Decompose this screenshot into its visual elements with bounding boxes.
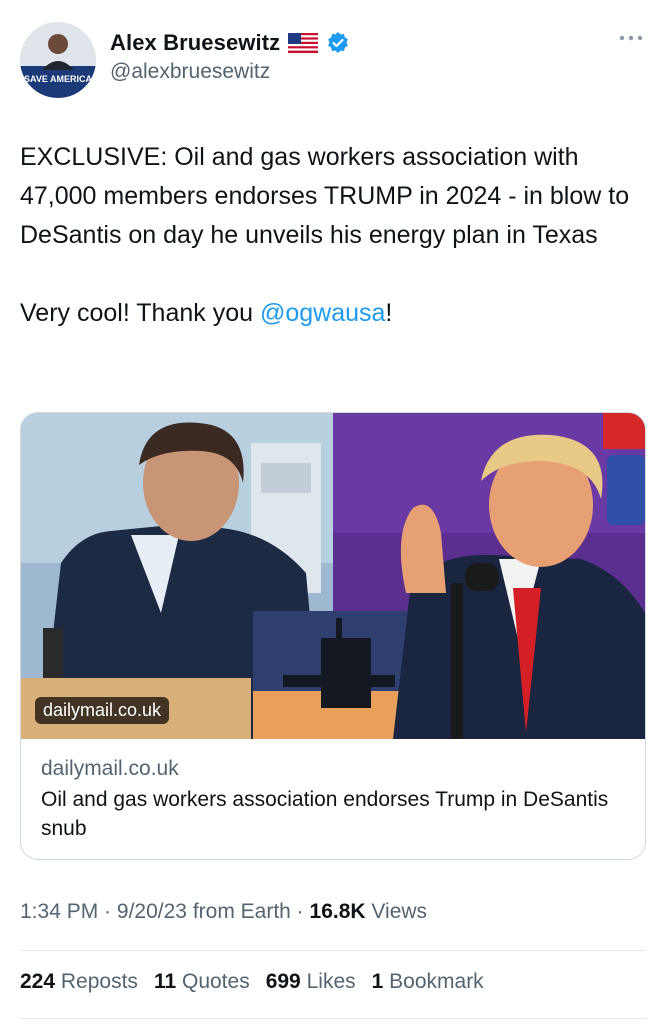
link-card[interactable]: dailymail.co.uk dailymail.co.uk Oil and … (20, 412, 646, 860)
card-meta: dailymail.co.uk Oil and gas workers asso… (41, 757, 631, 843)
likes-label: Likes (306, 970, 356, 993)
bookmarks-count: 1 (371, 970, 384, 993)
tweet-text: EXCLUSIVE: Oil and gas workers associati… (20, 138, 646, 333)
card-image[interactable]: dailymail.co.uk (21, 413, 645, 739)
us-flag-icon (288, 33, 319, 53)
card-domain: dailymail.co.uk (41, 757, 179, 780)
avatar[interactable]: SAVE AMERICA (20, 22, 96, 98)
verified-badge-icon (328, 32, 349, 53)
quotes-stat[interactable]: 11 Quotes (154, 970, 250, 994)
likes-count: 699 (265, 970, 301, 993)
reposts-count: 224 (20, 970, 56, 993)
engagement-stats: 224 Reposts 11 Quotes 699 Likes 1 Bookma… (20, 970, 484, 994)
reposts-stat[interactable]: 224 Reposts (20, 970, 138, 994)
tweet-body: EXCLUSIVE: Oil and gas workers associati… (20, 143, 637, 249)
divider-bottom (20, 1018, 646, 1019)
bookmarks-stat[interactable]: 1 Bookmark (372, 970, 484, 994)
card-title[interactable]: Oil and gas workers association endorses… (41, 785, 631, 843)
author-name[interactable]: Alex Bruesewitz (110, 30, 280, 56)
tweet-source: from Earth (192, 900, 291, 923)
image-source-badge: dailymail.co.uk (35, 697, 170, 724)
more-options-icon[interactable] (616, 26, 646, 50)
author-handle[interactable]: @alexbruesewitz (110, 60, 350, 84)
author-block: Alex Bruesewitz @alexbruesewitz (110, 28, 350, 84)
bookmarks-label: Bookmark (389, 970, 484, 993)
quotes-label: Quotes (181, 970, 250, 993)
views-count: 16.8K (309, 900, 366, 923)
quotes-count: 11 (153, 970, 177, 993)
tweet-date[interactable]: 9/20/23 (117, 900, 187, 923)
tweet-time[interactable]: 1:34 PM (20, 900, 98, 923)
mention-link[interactable]: @ogwausa (260, 299, 385, 327)
tweet-thanks-suffix: ! (385, 299, 393, 327)
divider (20, 950, 646, 951)
avatar-text: SAVE AMERICA (24, 74, 93, 84)
tweet-header: SAVE AMERICA Alex Bruesewitz @alexbruese… (20, 22, 646, 102)
tweet-timestamp: 1:34 PM · 9/20/23 from Earth · 16.8K Vie… (20, 900, 428, 923)
views-label: Views (371, 900, 428, 923)
likes-stat[interactable]: 699 Likes (266, 970, 356, 994)
tweet-thanks: Very cool! Thank you (20, 299, 260, 327)
reposts-label: Reposts (60, 970, 138, 993)
